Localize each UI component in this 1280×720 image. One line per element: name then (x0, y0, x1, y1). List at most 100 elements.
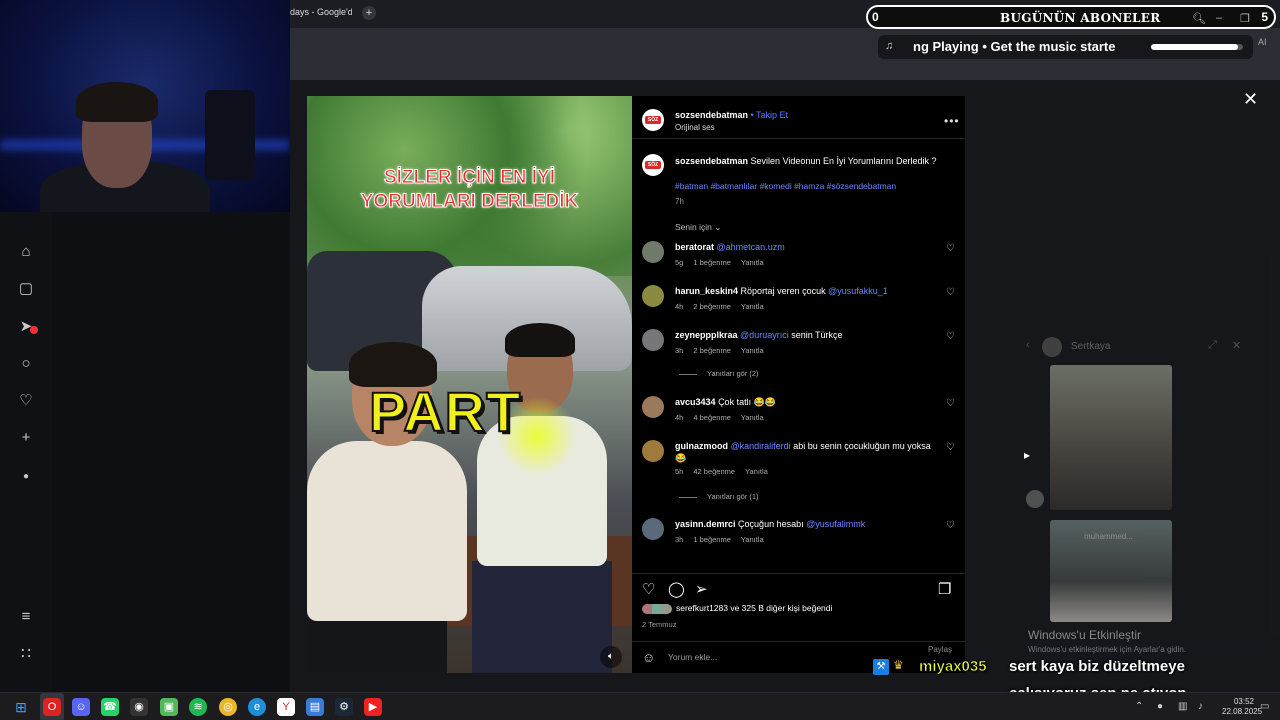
caption-avatar[interactable]: SÖZ (642, 154, 664, 176)
comment-likes[interactable]: 2 beğenme (693, 346, 731, 355)
spotify-icon[interactable]: ≋ (189, 698, 207, 716)
close-icon[interactable]: ✕ (1232, 339, 1241, 352)
more-apps-icon[interactable]: ∷ (16, 644, 36, 664)
comment-text: beratorat @ahmetcan.uzm (675, 241, 935, 253)
tray-overflow-icon[interactable]: ⌃ (1135, 701, 1143, 712)
heart-icon[interactable]: ♡ (946, 442, 955, 453)
file-explorer-icon[interactable]: ▤ (306, 698, 324, 716)
mute-icon[interactable]: 🔈︎ (600, 646, 622, 668)
shared-reel-thumbnail[interactable] (1050, 365, 1172, 510)
close-icon[interactable]: ✕ (1243, 89, 1258, 110)
comment-username[interactable]: avcu3434 (675, 397, 716, 407)
reply-link[interactable]: Yanıtla (741, 346, 764, 355)
home-icon[interactable]: ⌂ (16, 242, 36, 262)
like-icon[interactable]: ♡ (642, 580, 655, 598)
yandex-icon[interactable]: Y (277, 698, 295, 716)
taskbar-clock[interactable]: 03:52 22.08.2025 (1222, 697, 1262, 717)
volume-icon[interactable]: ♪ (1198, 701, 1203, 712)
view-replies-link[interactable]: Yanıtları gör (1) (679, 492, 759, 501)
heart-icon[interactable]: ♡ (946, 243, 955, 254)
comments-panel: SÖZ sozsendebatman • Takip Et Orijinal s… (632, 96, 965, 673)
comment-avatar[interactable] (642, 396, 664, 418)
reply-link[interactable]: Yanıtla (741, 302, 764, 311)
comment-avatar[interactable] (642, 285, 664, 307)
comment-icon[interactable]: ◯ (668, 580, 685, 598)
comment-username[interactable]: yasinn.demrci (675, 519, 736, 529)
post-date: 2 Temmuz (642, 620, 677, 629)
windows-start-icon[interactable]: ⊞ (12, 698, 30, 716)
comment-text: zeyneppplkraa @duruayrıci senin Türkçe (675, 330, 843, 340)
post-actions: ♡ ◯ ➢ ❐ (632, 573, 965, 598)
comment-mention[interactable]: @kandiraliferdi (731, 441, 794, 451)
shared-reel-thumbnail[interactable]: muhammed... (1050, 520, 1172, 622)
app-icon[interactable]: ▣ (160, 698, 178, 716)
browser-tab[interactable]: days - Google'da (290, 7, 352, 17)
comment-likes[interactable]: 1 beğenme (693, 258, 731, 267)
reply-link[interactable]: Yanıtla (741, 258, 764, 267)
search-icon[interactable]: ○ (16, 354, 36, 374)
heart-icon[interactable]: ♡ (946, 287, 955, 298)
back-icon[interactable]: ‹ (1026, 339, 1030, 351)
notification-icon[interactable]: ▭ (1260, 701, 1269, 712)
reel-video[interactable]: SİZLER İÇİN EN İYİ YORUMLARI DERLEDİK PA… (307, 96, 632, 673)
post-hashtags[interactable]: #batman #batmanlılar #komedi #hamza #söz… (675, 181, 896, 191)
new-tab-button[interactable]: + (362, 6, 376, 20)
comment-mention[interactable]: @ahmetcan.uzm (717, 242, 785, 252)
chat-username: miyax035 (919, 658, 987, 676)
emoji-icon[interactable]: ☺ (642, 650, 655, 665)
more-options-icon[interactable]: ••• (944, 114, 960, 128)
share-icon[interactable]: ➢ (695, 580, 708, 598)
heart-icon[interactable]: ♡ (946, 331, 955, 342)
reels-icon[interactable]: ▢ (16, 279, 36, 299)
audio-label[interactable]: Orijinal ses (675, 123, 715, 132)
heart-icon[interactable]: ♡ (946, 398, 955, 409)
comment-avatar[interactable] (642, 518, 664, 540)
profile-avatar-icon[interactable]: ● (16, 467, 36, 487)
comment-mention[interactable]: @duruayrıci (740, 330, 791, 340)
comment-username[interactable]: gulnazmood (675, 441, 728, 451)
expand-icon[interactable]: ⤢ (1208, 339, 1217, 352)
comment-likes[interactable]: 2 beğenme (693, 302, 731, 311)
heart-icon[interactable]: ♡ (16, 391, 36, 411)
network-icon[interactable]: ▥ (1178, 701, 1187, 712)
comment-mention[interactable]: @yusufalimmk (806, 519, 865, 529)
chrome-icon[interactable]: ◎ (219, 698, 237, 716)
likes-summary[interactable]: serefkurt1283 ve 325 B diğer kişi beğend… (642, 603, 832, 614)
post-author-name[interactable]: sozsendebatman (675, 110, 748, 120)
minimize-icon[interactable]: – (1216, 12, 1222, 24)
comment-avatar[interactable] (642, 440, 664, 462)
reply-link[interactable]: Yanıtla (745, 467, 768, 476)
whatsapp-icon[interactable]: ☎ (101, 698, 119, 716)
search-icon[interactable]: 🔍︎ (1192, 12, 1206, 25)
menu-icon[interactable]: ≡ (16, 607, 36, 627)
edge-icon[interactable]: e (248, 698, 266, 716)
reply-link[interactable]: Yanıtla (741, 535, 764, 544)
maximize-icon[interactable]: ❐ (1240, 12, 1250, 25)
comment-likes[interactable]: 42 beğenme (693, 467, 735, 476)
create-icon[interactable]: + (16, 428, 36, 448)
comment-mention[interactable]: @yusufakku_1 (828, 286, 888, 296)
follow-button[interactable]: Takip Et (756, 110, 788, 120)
microphone-icon[interactable]: ● (1157, 701, 1163, 712)
share-button[interactable]: Paylaş (928, 645, 952, 654)
opera-icon[interactable]: O (43, 698, 61, 716)
obs-icon[interactable]: ◉ (130, 698, 148, 716)
comment-likes[interactable]: 1 beğenme (693, 535, 731, 544)
comment-sort-dropdown[interactable]: Senin için ⌄ (675, 222, 721, 233)
comment-input[interactable]: Yorum ekle... (668, 652, 717, 662)
heart-icon[interactable]: ♡ (946, 520, 955, 531)
comment-username[interactable]: zeyneppplkraa (675, 330, 738, 340)
comment-avatar[interactable] (642, 329, 664, 351)
comment-username[interactable]: harun_keskin4 (675, 286, 738, 296)
view-replies-link[interactable]: Yanıtları gör (2) (679, 369, 759, 378)
screen: days - Google'da + 0 BUGÜNÜN ABONELER 🔍︎… (0, 0, 1280, 720)
comment-username[interactable]: beratorat (675, 242, 714, 252)
save-icon[interactable]: ❐ (938, 580, 951, 598)
discord-icon[interactable]: ☺ (72, 698, 90, 716)
comment-avatar[interactable] (642, 241, 664, 263)
youtube-icon[interactable]: ▶ (364, 698, 382, 716)
comment-likes[interactable]: 4 beğenme (693, 413, 731, 422)
post-author-avatar[interactable]: SÖZ (642, 109, 664, 131)
reply-link[interactable]: Yanıtla (741, 413, 764, 422)
steam-icon[interactable]: ⚙ (335, 698, 353, 716)
